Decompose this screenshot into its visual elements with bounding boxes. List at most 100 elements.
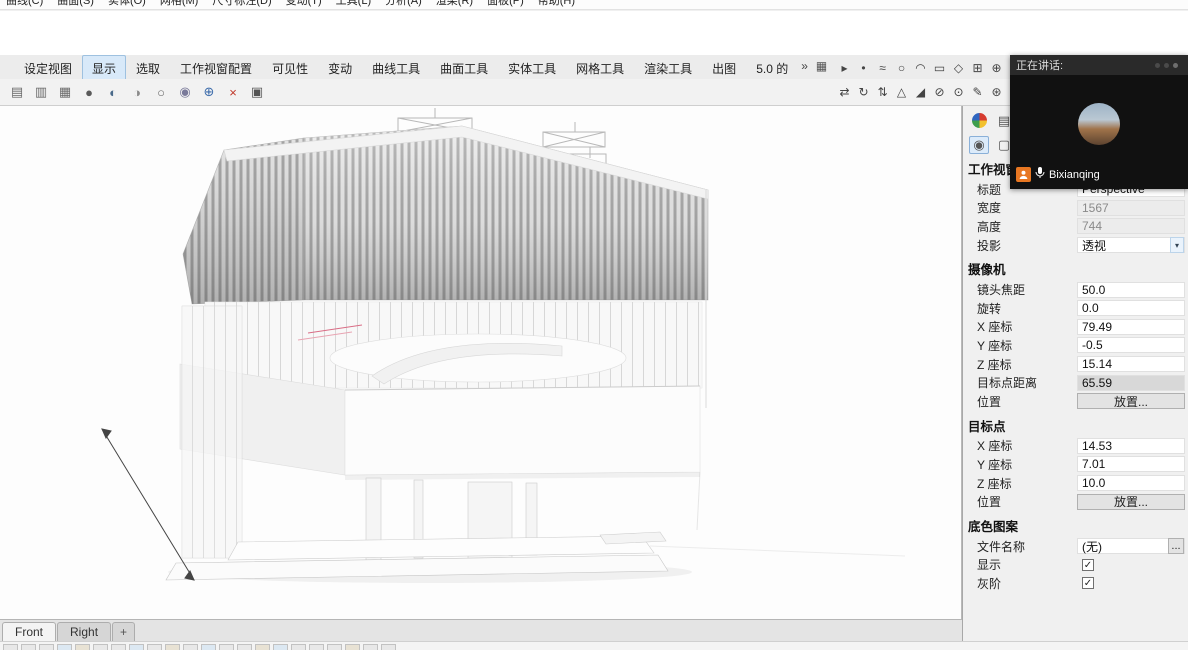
bottom-toolbar-icon-17[interactable] xyxy=(309,644,324,650)
menu-item-10[interactable]: 帮助(H) xyxy=(538,0,575,9)
menu-item-1[interactable]: 曲面(S) xyxy=(57,0,94,9)
toolbar-tab-10[interactable]: 渲染工具 xyxy=(634,55,702,79)
browse-button[interactable]: ... xyxy=(1168,538,1184,554)
bottom-toolbar-icon-1[interactable] xyxy=(21,644,36,650)
bottom-toolbar-icon-13[interactable] xyxy=(237,644,252,650)
bottom-toolbar-icon-14[interactable] xyxy=(255,644,270,650)
panel-value-field[interactable]: 14.53 xyxy=(1077,438,1185,454)
wireframe-mode-icon[interactable]: ○ xyxy=(150,82,172,102)
panel-value-field[interactable]: 透视▾ xyxy=(1077,237,1185,253)
xray-mode-icon[interactable]: ◉ xyxy=(174,82,196,102)
menu-item-2[interactable]: 实体(O) xyxy=(108,0,146,9)
dropdown-chevron-icon[interactable]: ▾ xyxy=(1170,237,1184,253)
gear-icon[interactable]: ⊛ xyxy=(987,80,1006,104)
bottom-toolbar-icon-6[interactable] xyxy=(111,644,126,650)
panel-value-field[interactable]: 7.01 xyxy=(1077,456,1185,472)
bottom-toolbar-icon-7[interactable] xyxy=(129,644,144,650)
toolbar-tab-0[interactable]: 设定视图 xyxy=(14,55,82,79)
panel-value-field[interactable]: -0.5 xyxy=(1077,337,1185,353)
bottom-toolbar-icon-18[interactable] xyxy=(327,644,342,650)
perspective-viewport[interactable] xyxy=(0,106,962,619)
bottom-toolbar-icon-9[interactable] xyxy=(165,644,180,650)
menu-item-7[interactable]: 分析(A) xyxy=(385,0,422,9)
arc-icon[interactable]: ◠ xyxy=(911,56,930,80)
viewport-tab-add[interactable]: + xyxy=(112,622,135,641)
toolbar-tab-11[interactable]: 出图 xyxy=(702,55,746,79)
toolbar-tab-4[interactable]: 可见性 xyxy=(262,55,318,79)
place-button[interactable]: 放置... xyxy=(1077,494,1185,510)
circle-icon[interactable]: ○ xyxy=(892,56,911,80)
checkbox-icon[interactable]: ✓ xyxy=(1082,577,1094,589)
capture-display-icon[interactable]: ▦ xyxy=(54,82,76,102)
viewport-properties-icon[interactable]: ◉ xyxy=(969,136,989,154)
trim-icon[interactable]: ⊘ xyxy=(930,80,949,104)
join-icon[interactable]: ⊙ xyxy=(949,80,968,104)
bottom-toolbar-icon-20[interactable] xyxy=(363,644,378,650)
video-call-overlay[interactable]: 正在讲话: Bixianqing xyxy=(1010,55,1188,189)
fillet-icon[interactable]: ◢ xyxy=(911,80,930,104)
pointer-cursor-icon[interactable]: ▸ xyxy=(835,56,854,80)
toolbar-tab-5[interactable]: 变动 xyxy=(318,55,362,79)
menu-item-3[interactable]: 网格(M) xyxy=(160,0,199,9)
mirror-icon[interactable]: ⇅ xyxy=(873,80,892,104)
surface-grid-icon[interactable]: ⊞ xyxy=(968,56,987,80)
toolbar-tab-3[interactable]: 工作视窗配置 xyxy=(170,55,262,79)
bottom-toolbar-icon-15[interactable] xyxy=(273,644,288,650)
viewport-tab-front[interactable]: Front xyxy=(2,622,56,641)
toolbar-tab-9[interactable]: 网格工具 xyxy=(566,55,634,79)
ghosted-mode-icon[interactable]: ◑ xyxy=(126,82,148,102)
annotate-pencil-icon[interactable]: ✎ xyxy=(968,80,987,104)
panel-value-field[interactable]: 0.0 xyxy=(1077,300,1185,316)
bottom-toolbar-icon-11[interactable] xyxy=(201,644,216,650)
toolbar-tab-2[interactable]: 选取 xyxy=(126,55,170,79)
panel-value-field[interactable]: 65.59 xyxy=(1077,375,1185,391)
extrude-icon[interactable]: △ xyxy=(892,80,911,104)
rectangle-icon[interactable]: ▭ xyxy=(930,56,949,80)
bottom-toolbar-icon-4[interactable] xyxy=(75,644,90,650)
copy-display-icon[interactable]: ▤ xyxy=(6,82,28,102)
raytraced-mode-icon[interactable]: ⊕ xyxy=(198,82,220,102)
panel-value-field[interactable]: 744 xyxy=(1077,218,1185,234)
properties-icon[interactable] xyxy=(969,112,989,130)
bottom-toolbar-icon-16[interactable] xyxy=(291,644,306,650)
checkbox-icon[interactable]: ✓ xyxy=(1082,559,1094,571)
toolbar-tab-7[interactable]: 曲面工具 xyxy=(430,55,498,79)
panel-value-field[interactable]: 79.49 xyxy=(1077,319,1185,335)
paste-display-icon[interactable]: ▥ xyxy=(30,82,52,102)
toolbar-tab-1[interactable]: 显示 xyxy=(82,55,126,79)
curve-icon[interactable]: ≈ xyxy=(873,56,892,80)
toolbar-tab-8[interactable]: 实体工具 xyxy=(498,55,566,79)
bottom-toolbar-icon-0[interactable] xyxy=(3,644,18,650)
menu-item-9[interactable]: 面板(P) xyxy=(487,0,524,9)
menu-item-5[interactable]: 变动(T) xyxy=(286,0,322,9)
toolbar-tab-12[interactable]: 5.0 的 xyxy=(746,55,798,79)
rendered-mode-icon[interactable]: ◐ xyxy=(102,82,124,102)
menu-item-8[interactable]: 渲染(R) xyxy=(436,0,473,9)
shaded-mode-icon[interactable]: ● xyxy=(78,82,100,102)
delete-display-icon[interactable]: × xyxy=(222,82,244,102)
sphere-icon[interactable]: ⊕ xyxy=(987,56,1006,80)
tab-overflow-chevron-icon[interactable]: » xyxy=(798,55,811,79)
point-icon[interactable]: • xyxy=(854,56,873,80)
command-area[interactable] xyxy=(0,11,1188,55)
bottom-toolbar-icon-2[interactable] xyxy=(39,644,54,650)
menu-item-0[interactable]: 曲线(C) xyxy=(6,0,43,9)
tab-grid-icon[interactable]: ▦ xyxy=(811,55,832,79)
bottom-toolbar-icon-5[interactable] xyxy=(93,644,108,650)
menu-item-4[interactable]: 尺寸标注(D) xyxy=(212,0,271,9)
rotate-icon[interactable]: ↻ xyxy=(854,80,873,104)
panel-value-field[interactable]: (无)... xyxy=(1077,538,1185,554)
bottom-toolbar-icon-19[interactable] xyxy=(345,644,360,650)
bottom-toolbar-icon-12[interactable] xyxy=(219,644,234,650)
move-icon[interactable]: ⇄ xyxy=(835,80,854,104)
monitor-icon[interactable]: ▣ xyxy=(246,82,268,102)
menu-item-6[interactable]: 工具(L) xyxy=(336,0,371,9)
polygon-icon[interactable]: ◇ xyxy=(949,56,968,80)
bottom-toolbar-icon-21[interactable] xyxy=(381,644,396,650)
panel-value-field[interactable]: 15.14 xyxy=(1077,356,1185,372)
viewport-tab-right[interactable]: Right xyxy=(57,622,111,641)
panel-value-field[interactable]: 10.0 xyxy=(1077,475,1185,491)
toolbar-tab-6[interactable]: 曲线工具 xyxy=(362,55,430,79)
bottom-toolbar-icon-8[interactable] xyxy=(147,644,162,650)
bottom-toolbar-icon-3[interactable] xyxy=(57,644,72,650)
